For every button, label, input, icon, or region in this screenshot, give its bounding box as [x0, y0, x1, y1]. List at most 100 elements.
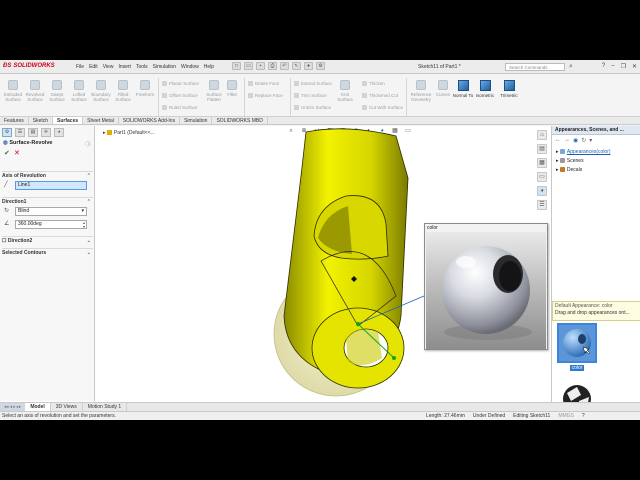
menu-tools[interactable]: Tools: [136, 64, 148, 70]
spinner-icon[interactable]: ▴ ▾: [83, 221, 85, 229]
isometric-button[interactable]: Isometric: [474, 80, 496, 98]
untrim-surface-button[interactable]: Untrim Surface: [294, 105, 331, 110]
menu-insert[interactable]: Insert: [118, 64, 131, 70]
lofted-surface-button[interactable]: Lofted Surface: [68, 80, 90, 102]
tab-solidworks-mbd[interactable]: SOLIDWORKS MBD: [212, 117, 268, 124]
menu-file[interactable]: File: [76, 64, 84, 70]
tab-surfaces[interactable]: Surfaces: [53, 117, 84, 124]
delete-face-button[interactable]: Delete Face: [248, 81, 279, 86]
reference-geometry-button[interactable]: Reference Geometry: [410, 80, 432, 102]
tab-features[interactable]: Features: [0, 117, 29, 124]
appearances-tab-icon[interactable]: ◕: [537, 186, 547, 196]
menu-simulation[interactable]: Simulation: [153, 64, 176, 70]
dimxpert-icon[interactable]: ✛: [41, 128, 51, 137]
restore-icon[interactable]: ❐: [621, 63, 626, 70]
filled-surface-button[interactable]: Filled Surface: [112, 80, 134, 102]
solidworks-logo[interactable]: ƉS SOLIDWORKS: [3, 63, 55, 69]
graphics-area[interactable]: ▸ Part1 (Default<<... ⌕ ⊕ ↩ ◧ ▣ ◉ ◐ ◕ ▦ …: [96, 126, 550, 402]
angle-input[interactable]: 360.00deg ▴ ▾: [15, 220, 87, 229]
open-icon[interactable]: ▭: [244, 62, 253, 70]
help-icon[interactable]: ?: [582, 412, 585, 420]
fillet-button[interactable]: Fillet: [221, 80, 243, 97]
property-manager-icon[interactable]: ⚙: [2, 128, 12, 137]
bottom-tab-model[interactable]: Model: [25, 403, 51, 411]
bottom-tab-3d-views[interactable]: 3D Views: [51, 403, 83, 411]
expand-icon[interactable]: ▾: [589, 137, 592, 144]
cancel-button[interactable]: ✕: [14, 149, 20, 157]
new-icon[interactable]: □: [232, 62, 241, 70]
direction1-section[interactable]: Direction1 ⌃: [2, 197, 93, 205]
refresh-icon[interactable]: ↻: [581, 137, 586, 144]
units-selector[interactable]: MMGS: [558, 412, 574, 420]
tab-sketch[interactable]: Sketch: [29, 117, 54, 124]
end-condition-select[interactable]: Blind ▾: [15, 207, 87, 216]
trim-surface-button[interactable]: Trim Surface: [294, 93, 327, 98]
undo-icon[interactable]: ↶: [280, 62, 289, 70]
cut-with-surface-button[interactable]: Cut With Surface: [362, 105, 403, 110]
select-icon[interactable]: ↖: [292, 62, 301, 70]
extend-surface-button[interactable]: Extend Surface: [294, 81, 332, 86]
resources-icon[interactable]: ▤: [537, 144, 547, 154]
menu-window[interactable]: Window: [181, 64, 199, 70]
curves-button[interactable]: Curves: [432, 80, 454, 97]
normal-to-button[interactable]: Normal To: [452, 80, 474, 98]
menu-edit[interactable]: Edit: [89, 64, 98, 70]
appearance-hint: Default Appearance: color Drag and drop …: [552, 301, 640, 321]
appearances-icon[interactable]: ◉: [573, 137, 578, 144]
revolved-surface-button[interactable]: Revolved Surface: [24, 80, 46, 102]
help-icon[interactable]: ⓘ: [85, 140, 91, 148]
extruded-surface-button[interactable]: Extruded Surface: [2, 80, 24, 102]
axis-of-revolution-section[interactable]: Axis of Revolution ⌃: [2, 171, 93, 179]
reverse-direction-icon[interactable]: ↻: [4, 207, 9, 214]
custom-properties-icon[interactable]: ☰: [537, 200, 547, 210]
offset-surface-button[interactable]: Offset Surface: [162, 93, 198, 98]
minimize-icon[interactable]: –: [611, 63, 614, 70]
tab-simulation[interactable]: Simulation: [180, 117, 213, 124]
sketch-point[interactable]: [356, 322, 360, 326]
bottom-tab-motion-study-1[interactable]: Motion Study 1: [83, 403, 128, 411]
tab-solidworks-add-ins[interactable]: SOLIDWORKS Add-Ins: [119, 117, 181, 124]
forward-icon[interactable]: →: [564, 137, 570, 144]
axis-selection-field[interactable]: Line1: [15, 181, 87, 190]
boundary-surface-button[interactable]: Boundary Surface: [90, 80, 112, 102]
freeform-button[interactable]: Freeform: [134, 80, 156, 97]
ruled-surface-button[interactable]: Ruled Surface: [162, 105, 198, 110]
direction2-section[interactable]: ☐ Direction2 ⌄: [2, 236, 93, 244]
rebuild-icon[interactable]: ●: [304, 62, 313, 70]
tab-scroll-arrows[interactable]: ◂◂ ◂ ▸ ▸▸: [0, 403, 26, 411]
checkbox-icon[interactable]: ☐: [2, 238, 6, 244]
search-icon[interactable]: ⌕: [569, 63, 573, 71]
tree-item-decals[interactable]: ▸ Decals: [556, 166, 611, 175]
ribbon-separator: [158, 78, 159, 120]
file-explorer-icon[interactable]: ▭: [537, 172, 547, 182]
save-icon[interactable]: ▪: [256, 62, 265, 70]
tree-item-appearances[interactable]: ▸ Appearances(color): [556, 148, 611, 157]
ok-button[interactable]: ✔: [4, 149, 10, 157]
swept-surface-button[interactable]: Swept Surface: [46, 80, 68, 102]
close-icon[interactable]: ✕: [632, 63, 637, 70]
search-commands-input[interactable]: Search Commands: [505, 63, 565, 71]
back-icon[interactable]: ←: [555, 137, 561, 144]
planar-surface-button[interactable]: Planar Surface: [162, 81, 199, 86]
thickened-cut-button[interactable]: Thickened Cut: [362, 93, 398, 98]
appearance-thumbnail-color[interactable]: color: [557, 323, 597, 371]
knit-surface-button[interactable]: Knit Surface: [334, 80, 356, 102]
sketch-point[interactable]: [392, 356, 396, 360]
display-manager-icon[interactable]: ◕: [54, 128, 64, 137]
print-icon[interactable]: ⎙: [268, 62, 277, 70]
trimetric-button[interactable]: Trimetric: [498, 80, 520, 98]
design-library-icon[interactable]: ▦: [537, 158, 547, 168]
expand-icon: ⌄: [86, 250, 91, 256]
tree-item-scenes[interactable]: ▸ Scenes: [556, 157, 611, 166]
configuration-manager-icon[interactable]: ▤: [28, 128, 38, 137]
thicken-button[interactable]: Thicken: [362, 81, 385, 86]
home-icon[interactable]: ⌂: [537, 130, 547, 140]
help-icon[interactable]: ?: [602, 63, 605, 70]
selected-contours-section[interactable]: Selected Contours ⌄: [2, 248, 93, 256]
tab-sheet-metal[interactable]: Sheet Metal: [83, 117, 119, 124]
feature-manager-icon[interactable]: ☰: [15, 128, 25, 137]
menu-help[interactable]: Help: [204, 64, 214, 70]
options-icon[interactable]: ⚙: [316, 62, 325, 70]
replace-face-button[interactable]: Replace Face: [248, 93, 283, 98]
menu-view[interactable]: View: [103, 64, 114, 70]
